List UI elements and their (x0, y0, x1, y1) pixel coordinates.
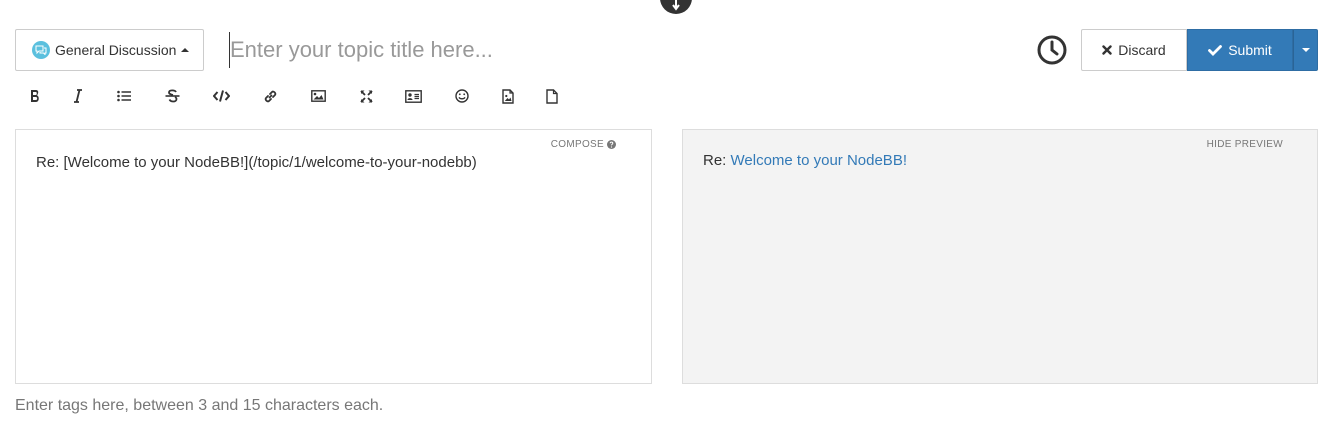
upload-image-icon[interactable] (496, 84, 520, 108)
thumbnail-icon[interactable] (401, 84, 425, 108)
topic-title-input[interactable] (229, 32, 1019, 68)
submit-button[interactable]: Submit (1187, 29, 1293, 71)
close-icon (1102, 45, 1112, 55)
category-selector-button[interactable]: General Discussion (15, 29, 204, 71)
submit-options-dropdown-button[interactable] (1293, 29, 1318, 71)
fullscreen-icon[interactable] (354, 84, 378, 108)
preview-content: Re: Welcome to your NodeBB! (703, 152, 907, 169)
compose-panel: Re: [Welcome to your NodeBB!](/topic/1/w… (15, 129, 652, 384)
link-icon[interactable] (258, 84, 282, 108)
arrows-vertical-icon (672, 0, 680, 11)
preview-topic-link[interactable]: Welcome to your NodeBB! (731, 152, 907, 169)
category-label: General Discussion (55, 42, 177, 58)
bold-icon[interactable] (23, 84, 47, 108)
draft-history-button[interactable] (1035, 33, 1069, 67)
discard-button[interactable]: Discard (1081, 29, 1187, 71)
emoji-icon[interactable] (450, 84, 474, 108)
caret-down-icon (1301, 48, 1310, 52)
discard-label: Discard (1118, 42, 1166, 58)
image-icon[interactable] (306, 84, 330, 108)
clock-icon (1037, 35, 1067, 65)
formatting-toolbar (0, 84, 600, 108)
submit-label: Submit (1228, 42, 1272, 58)
italic-icon[interactable] (66, 84, 90, 108)
question-circle-icon (607, 140, 616, 149)
strikethrough-icon[interactable] (160, 84, 184, 108)
code-icon[interactable] (209, 84, 233, 108)
list-icon[interactable] (112, 84, 136, 108)
upload-file-icon[interactable] (540, 84, 564, 108)
preview-prefix-text: Re: (703, 152, 731, 169)
compose-textarea[interactable]: Re: [Welcome to your NodeBB!](/topic/1/w… (16, 130, 651, 383)
tags-input[interactable] (15, 395, 715, 417)
compose-help-label: COMPOSE (550, 139, 604, 150)
preview-panel: HIDE PREVIEW Re: Welcome to your NodeBB! (682, 129, 1318, 384)
compose-help-link[interactable]: COMPOSE (551, 139, 616, 150)
hide-preview-toggle[interactable]: HIDE PREVIEW (1207, 139, 1283, 150)
comments-icon (32, 41, 50, 59)
caret-up-icon (181, 48, 190, 52)
resize-handle[interactable] (660, 0, 692, 14)
check-icon (1208, 44, 1223, 56)
